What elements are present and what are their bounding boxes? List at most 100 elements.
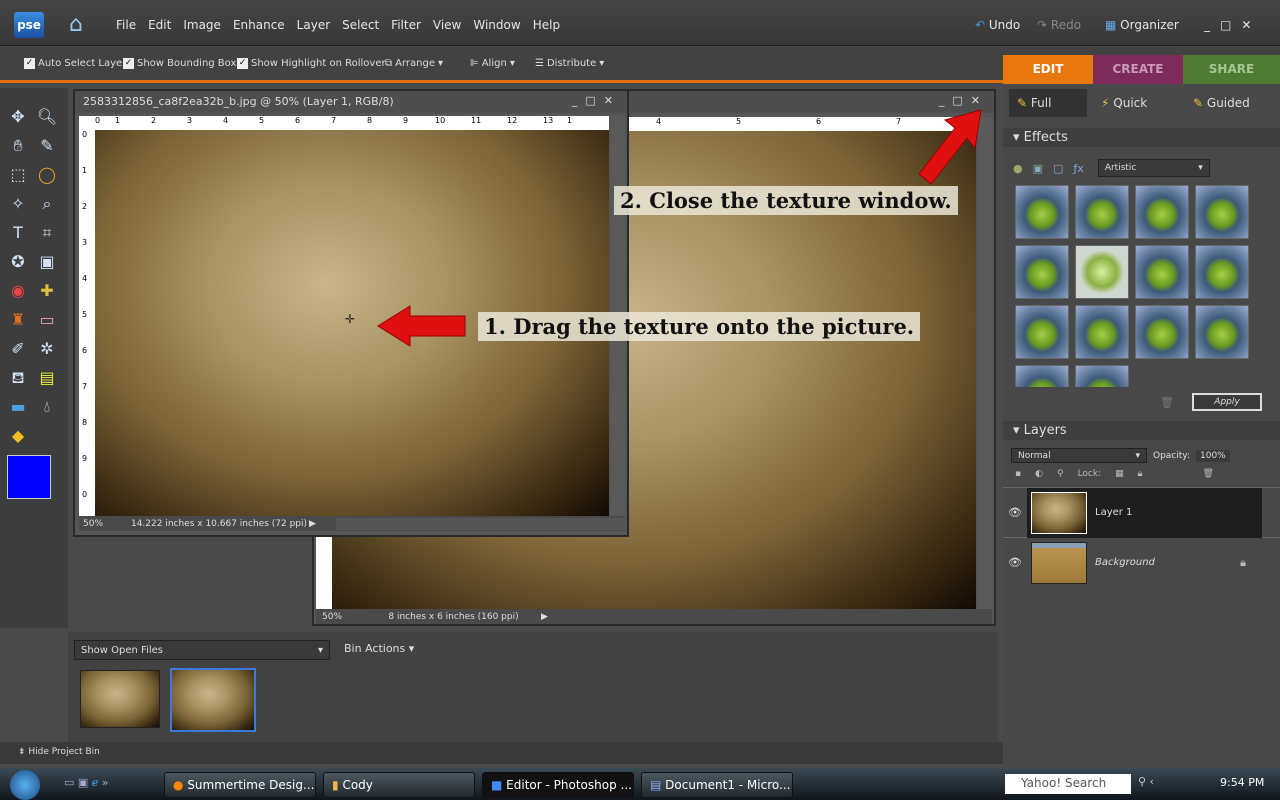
photo-effects-icon[interactable]: ▢ bbox=[1053, 162, 1063, 175]
effect-thumbnail[interactable] bbox=[1075, 185, 1129, 239]
smart-brush-icon[interactable]: ✲ bbox=[34, 336, 60, 362]
search-icon[interactable]: ⚲ ‹ bbox=[1138, 775, 1154, 788]
paint-bucket-icon[interactable]: ⛾ bbox=[5, 365, 31, 391]
layer-row-layer-1[interactable]: 👁︎ Layer 1 bbox=[1003, 487, 1280, 538]
layers-header[interactable]: ▾ Layers bbox=[1003, 421, 1280, 440]
organizer-button[interactable]: ▦ Organizer bbox=[1105, 18, 1179, 32]
quick-selection-icon[interactable]: ⌕ bbox=[34, 191, 60, 217]
menu-filter[interactable]: Filter bbox=[391, 18, 421, 32]
taskbar-item-folder[interactable]: ▮ Cody bbox=[323, 772, 475, 798]
menu-help[interactable]: Help bbox=[533, 18, 560, 32]
effect-thumbnail[interactable] bbox=[1015, 185, 1069, 239]
visibility-eye-icon[interactable]: 👁︎ bbox=[1003, 506, 1027, 519]
blur-icon[interactable]: 💧︎ bbox=[34, 394, 60, 420]
highlight-checkbox[interactable]: ✓ Show Highlight on Rollover bbox=[237, 58, 386, 69]
move-tool-icon[interactable]: ✥ bbox=[5, 104, 31, 130]
doc1-window-controls[interactable]: _□✕ bbox=[572, 94, 621, 107]
brush-icon[interactable]: ✐ bbox=[5, 336, 31, 362]
layer-styles-icon[interactable]: ▣ bbox=[1033, 162, 1043, 175]
effect-thumbnail[interactable] bbox=[1075, 365, 1129, 387]
tab-share[interactable]: SHARE bbox=[1183, 55, 1280, 84]
menu-window[interactable]: Window bbox=[473, 18, 520, 32]
foreground-color-swatch[interactable] bbox=[7, 455, 51, 499]
bin-actions-menu[interactable]: Bin Actions ▾ bbox=[344, 642, 414, 655]
delete-layer-icon[interactable]: 🗑︎ bbox=[1202, 469, 1213, 479]
menu-layer[interactable]: Layer bbox=[297, 18, 330, 32]
red-eye-icon[interactable]: ◉ bbox=[5, 278, 31, 304]
hand-tool-icon[interactable]: ✋︎ bbox=[5, 133, 31, 159]
effect-thumbnail[interactable] bbox=[1195, 305, 1249, 359]
taskbar-item-firefox[interactable]: ● Summertime Desig... bbox=[164, 772, 316, 798]
arrange-button[interactable]: ⧉ Arrange ▾ bbox=[385, 58, 443, 69]
tab-edit[interactable]: EDIT bbox=[1003, 55, 1093, 84]
menu-edit[interactable]: Edit bbox=[148, 18, 171, 32]
taskbar-item-photoshop[interactable]: ■ Editor - Photoshop ... bbox=[482, 772, 634, 798]
adjustment-layer-icon[interactable]: ◐ bbox=[1035, 469, 1043, 479]
shape-icon[interactable]: ▬ bbox=[5, 394, 31, 420]
show-open-files-dropdown[interactable]: Show Open Files ▾ bbox=[74, 640, 330, 660]
new-layer-icon[interactable]: ▪ bbox=[1015, 469, 1021, 479]
magic-wand-icon[interactable]: ✧ bbox=[5, 191, 31, 217]
layer-row-background[interactable]: 👁︎ Background 🔒︎ bbox=[1003, 537, 1280, 587]
clone-stamp-icon[interactable]: ♜ bbox=[5, 307, 31, 333]
mode-full[interactable]: ✎ Full bbox=[1009, 89, 1087, 117]
all-effects-icon[interactable]: ƒx bbox=[1073, 162, 1083, 175]
doc2-window-controls[interactable]: _□✕ bbox=[939, 94, 988, 107]
bounding-box-checkbox[interactable]: ✓ Show Bounding Box bbox=[123, 58, 236, 69]
straighten-icon[interactable]: ▣ bbox=[34, 249, 60, 275]
auto-select-checkbox[interactable]: ✓ Auto Select Layer bbox=[24, 58, 126, 69]
yahoo-search-box[interactable]: Yahoo! Search bbox=[1005, 774, 1131, 794]
sponge-icon[interactable]: ◆ bbox=[5, 423, 31, 449]
doc1-zoom[interactable]: 50% bbox=[79, 519, 129, 529]
align-button[interactable]: ⊫ Align ▾ bbox=[470, 58, 515, 69]
effect-thumbnail[interactable] bbox=[1135, 245, 1189, 299]
effect-thumbnail[interactable] bbox=[1015, 365, 1069, 387]
start-button[interactable] bbox=[10, 770, 40, 800]
eyedropper-icon[interactable]: ✎ bbox=[34, 133, 60, 159]
home-icon[interactable]: ⌂ bbox=[62, 12, 90, 38]
taskbar-item-word[interactable]: ▤ Document1 - Micro... bbox=[641, 772, 793, 798]
quick-launch-icons[interactable]: ▭ ▣ ℯ » bbox=[64, 776, 109, 789]
window-controls[interactable]: _□✕ bbox=[1204, 18, 1261, 32]
eraser-icon[interactable]: ▭ bbox=[34, 307, 60, 333]
bin-thumbnail-selected[interactable] bbox=[170, 668, 256, 732]
opacity-input[interactable]: 100% bbox=[1196, 449, 1230, 462]
healing-brush-icon[interactable]: ✚ bbox=[34, 278, 60, 304]
apply-button[interactable]: Apply bbox=[1192, 393, 1262, 411]
mode-quick[interactable]: ⚡ Quick bbox=[1093, 89, 1179, 117]
gradient-icon[interactable]: ▤ bbox=[34, 365, 60, 391]
doc2-zoom[interactable]: 50% bbox=[316, 612, 366, 622]
redo-button[interactable]: ↷ Redo bbox=[1037, 18, 1081, 32]
lock-transparent-icon[interactable]: ▦ bbox=[1115, 469, 1124, 479]
marquee-icon[interactable]: ⬚ bbox=[5, 162, 31, 188]
doc2-close-button[interactable]: ✕ bbox=[971, 94, 988, 107]
status-menu-arrow-icon[interactable]: ▶ bbox=[309, 519, 316, 529]
menu-select[interactable]: Select bbox=[342, 18, 379, 32]
distribute-button[interactable]: ☰ Distribute ▾ bbox=[535, 58, 604, 69]
effect-thumbnail[interactable] bbox=[1135, 305, 1189, 359]
zoom-tool-icon[interactable]: 🔍︎ bbox=[34, 104, 60, 130]
menu-enhance[interactable]: Enhance bbox=[233, 18, 285, 32]
effect-thumbnail[interactable] bbox=[1015, 305, 1069, 359]
type-tool-icon[interactable]: T bbox=[5, 220, 31, 246]
trash-icon[interactable]: 🗑︎ bbox=[1160, 396, 1174, 409]
effect-thumbnail[interactable] bbox=[1195, 185, 1249, 239]
cookie-cutter-icon[interactable]: ✪ bbox=[5, 249, 31, 275]
status-menu-arrow-icon[interactable]: ▶ bbox=[541, 612, 548, 622]
effect-thumbnail[interactable] bbox=[1075, 245, 1129, 299]
effects-category-dropdown[interactable]: Artistic ▾ bbox=[1097, 159, 1210, 177]
doc1-horizontal-scrollbar[interactable] bbox=[335, 517, 625, 530]
undo-button[interactable]: ↶ Undo bbox=[975, 18, 1020, 32]
visibility-eye-icon[interactable]: 👁︎ bbox=[1003, 556, 1027, 569]
tab-create[interactable]: CREATE bbox=[1093, 55, 1183, 84]
effect-thumbnail[interactable] bbox=[1135, 185, 1189, 239]
menu-image[interactable]: Image bbox=[183, 18, 221, 32]
lock-all-icon[interactable]: 🔒︎ bbox=[1138, 469, 1143, 479]
link-icon[interactable]: ⚲ bbox=[1057, 469, 1064, 479]
bin-thumbnail[interactable] bbox=[80, 670, 160, 728]
lasso-icon[interactable]: ◯ bbox=[34, 162, 60, 188]
doc1-title-bar[interactable]: 2583312856_ca8f2ea32b_b.jpg @ 50% (Layer… bbox=[75, 91, 627, 113]
effect-thumbnail[interactable] bbox=[1015, 245, 1069, 299]
blend-mode-dropdown[interactable]: Normal ▾ bbox=[1011, 448, 1147, 463]
menu-view[interactable]: View bbox=[433, 18, 461, 32]
